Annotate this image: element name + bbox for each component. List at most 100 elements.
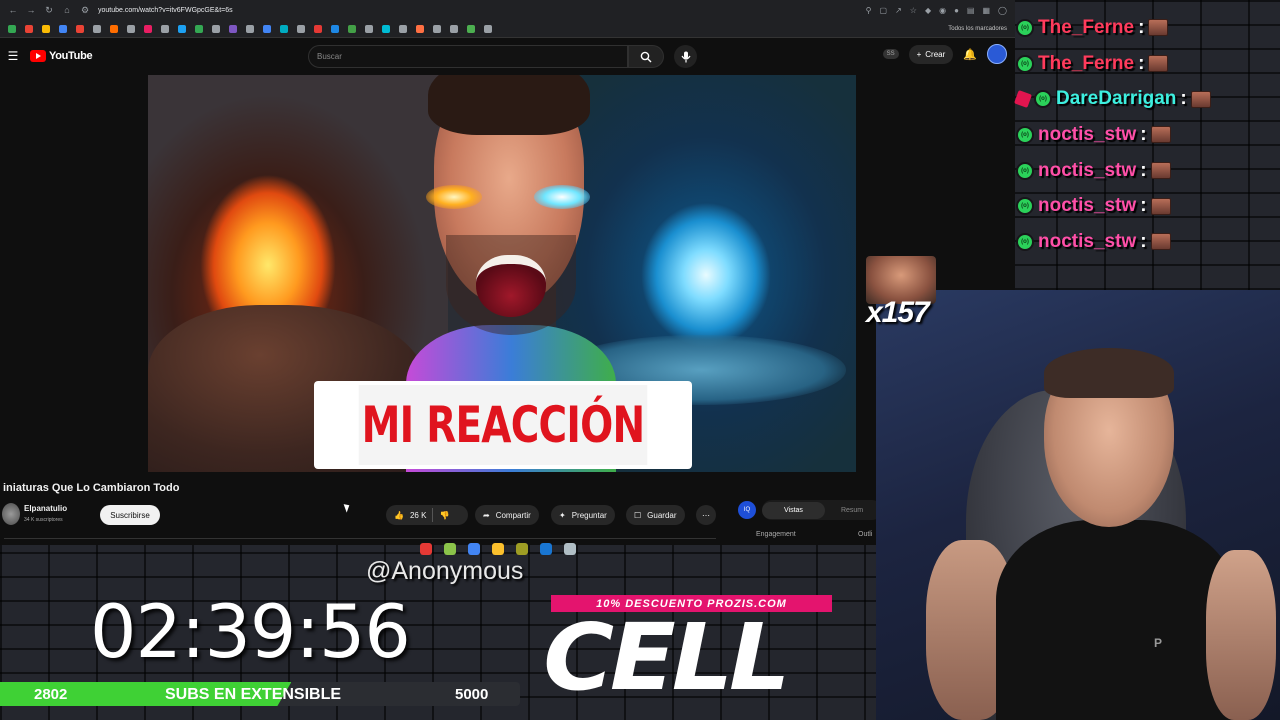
extension-icon-3[interactable]: ●	[954, 6, 959, 15]
subscribe-button[interactable]: Suscribirse	[100, 505, 160, 525]
voice-search-button[interactable]	[674, 45, 697, 68]
video-title: iniaturas Que Lo Cambiaron Todo	[3, 482, 180, 494]
back-icon[interactable]: ←	[8, 5, 18, 15]
bookmark-icon-10[interactable]	[161, 24, 169, 33]
bookmark-icon-16[interactable]	[263, 24, 271, 33]
home-icon[interactable]: ⌂	[62, 5, 72, 15]
sparkle-icon: ✦	[559, 510, 566, 520]
taskbar-app-icon-7[interactable]	[564, 543, 576, 555]
tab-views[interactable]: Vistas	[762, 501, 825, 519]
like-button[interactable]: 👍 26 K	[394, 511, 426, 520]
bookmark-icon-12[interactable]	[195, 24, 203, 33]
create-button[interactable]: + Crear	[908, 44, 954, 64]
person-mouth	[476, 255, 546, 317]
bookmark-icon-4[interactable]	[59, 24, 67, 33]
like-divider	[432, 508, 434, 522]
bookmark-icon-23[interactable]	[382, 24, 390, 33]
all-bookmarks-link[interactable]: Todos los marcadores	[948, 26, 1007, 32]
search-input[interactable]: Buscar	[308, 45, 628, 68]
ask-button[interactable]: ✦ Preguntar	[551, 505, 615, 525]
bookmark-icon-14[interactable]	[229, 24, 237, 33]
sub-badge-icon	[1014, 90, 1032, 109]
save-button[interactable]: ☐ Guardar	[626, 505, 685, 525]
bookmark-icon-21[interactable]	[348, 24, 356, 33]
bookmark-icon-17[interactable]	[280, 24, 288, 33]
channel-name[interactable]: Elpanatulio	[24, 504, 67, 513]
taskbar-app-icon-4[interactable]	[492, 543, 504, 555]
bookmark-icon-7[interactable]	[110, 24, 118, 33]
bookmark-icon-2[interactable]	[25, 24, 33, 33]
sidebar-icon[interactable]: ▦	[982, 6, 990, 15]
bookmark-star-icon[interactable]: ☆	[910, 6, 917, 15]
analytics-extension-icon[interactable]: IQ	[738, 501, 756, 519]
more-dots-icon: ⋯	[702, 510, 710, 520]
chat-emote-image	[1190, 90, 1211, 108]
youtube-logo[interactable]: YouTube	[30, 50, 93, 62]
taskbar-app-icon-3[interactable]	[468, 543, 480, 555]
thumbs-up-icon: 👍	[394, 510, 404, 520]
bookmark-icon-9[interactable]	[144, 24, 152, 33]
share-icon[interactable]: ↗	[895, 6, 902, 15]
bookmark-icon-5[interactable]	[76, 24, 84, 33]
video-player[interactable]: MI REACCIÓN	[148, 75, 856, 472]
zoom-icon[interactable]: ⚲	[866, 6, 872, 15]
analytics-tabs: Vistas Resum	[762, 500, 882, 520]
bookmark-icon-15[interactable]	[246, 24, 254, 33]
site-info-icon[interactable]: ⚙	[80, 5, 90, 16]
chat-emote-image	[1148, 55, 1169, 73]
chat-separator: :	[1138, 52, 1145, 74]
bookmark-icon-3[interactable]	[42, 24, 50, 33]
taskbar-app-icon-6[interactable]	[540, 543, 552, 555]
like-count: 26 K	[409, 510, 427, 520]
tab-summary[interactable]: Resum	[825, 507, 863, 514]
bookmark-icon-18[interactable]	[297, 24, 305, 33]
bookmark-icon-22[interactable]	[365, 24, 373, 33]
bookmark-icon-20[interactable]	[331, 24, 339, 33]
notifications-bell-icon[interactable]: 🔔	[963, 48, 977, 61]
chat-message: (o) noctis_stw:	[1016, 117, 1280, 153]
chat-badge-icon: (o)	[1016, 125, 1034, 144]
search-button[interactable]	[628, 45, 664, 68]
bookmark-icon-6[interactable]	[93, 24, 101, 33]
chat-separator: :	[1140, 123, 1147, 145]
bookmark-icon-26[interactable]	[433, 24, 441, 33]
taskbar-app-icon-1[interactable]	[420, 543, 432, 555]
youtube-play-icon	[30, 50, 46, 62]
chat-message: (o) noctis_stw:	[1016, 224, 1280, 260]
profile-icon[interactable]: ◯	[998, 6, 1007, 15]
bookmark-icon-27[interactable]	[450, 24, 458, 33]
address-url[interactable]: youtube.com/watch?v=itv6FWGpcGE&t=6s	[98, 7, 858, 14]
emote-combo-count: x157	[866, 296, 930, 329]
donor-name: @Anonymous	[366, 557, 524, 585]
bookmark-icon-29[interactable]	[484, 24, 492, 33]
bookmark-icon-28[interactable]	[467, 24, 475, 33]
bookmark-icon-11[interactable]	[178, 24, 186, 33]
bookmark-icon-1[interactable]	[8, 24, 16, 33]
taskbar-app-icon-2[interactable]	[444, 543, 456, 555]
streamer-body	[996, 520, 1236, 720]
extensions-puzzle-icon[interactable]: ▤	[967, 6, 975, 15]
bookmark-icon-13[interactable]	[212, 24, 220, 33]
chat-separator: :	[1140, 230, 1147, 252]
more-actions-button[interactable]: ⋯	[696, 505, 716, 525]
share-button[interactable]: ➦ Compartir	[475, 505, 539, 525]
bookmark-icon-19[interactable]	[314, 24, 322, 33]
account-avatar[interactable]	[987, 44, 1007, 64]
dislike-button[interactable]: 👎	[439, 511, 449, 520]
bookmark-icon-25[interactable]	[416, 24, 424, 33]
bookmark-icon-24[interactable]	[399, 24, 407, 33]
extension-icon-1[interactable]: ◆	[925, 6, 931, 15]
reload-icon[interactable]: ↻	[44, 5, 54, 16]
channel-avatar[interactable]	[2, 503, 20, 525]
chat-username: The_Ferne	[1038, 52, 1135, 74]
menu-icon[interactable]: ☰	[6, 49, 20, 63]
extension-icon-2[interactable]: ◉	[939, 6, 946, 15]
thumbnail-title-text: MI REACCIÓN	[358, 385, 648, 465]
bookmark-icon-8[interactable]	[127, 24, 135, 33]
chat-badge-icon: (o)	[1016, 232, 1034, 251]
ss-badge[interactable]: SS	[882, 49, 899, 59]
taskbar-app-icon-5[interactable]	[516, 543, 528, 555]
forward-icon[interactable]: →	[26, 5, 36, 15]
cast-icon[interactable]: ▢	[880, 6, 888, 15]
chat-message: (o) noctis_stw:	[1016, 153, 1280, 189]
